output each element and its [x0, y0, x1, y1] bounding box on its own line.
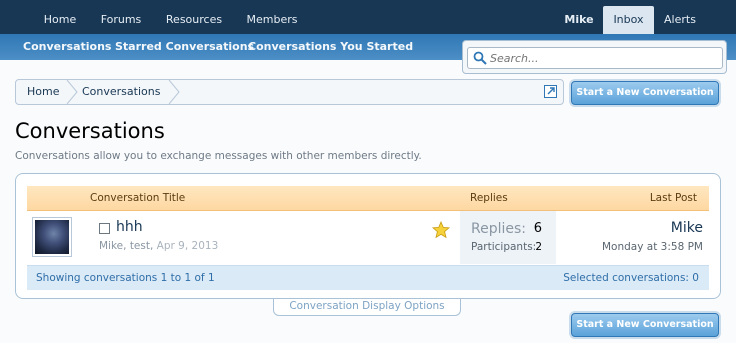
- last-post-time[interactable]: Monday at 3:58 PM: [602, 241, 703, 253]
- table-footer: Showing conversations 1 to 1 of 1 Select…: [27, 265, 709, 290]
- subnav-starred[interactable]: Starred Conversations: [115, 40, 254, 53]
- showing-count: Showing conversations 1 to 1 of 1: [36, 272, 215, 284]
- page-title: Conversations: [15, 119, 165, 143]
- star-icon[interactable]: [432, 221, 450, 239]
- conversation-participants[interactable]: Mike, test,: [99, 240, 153, 252]
- search-input[interactable]: [490, 50, 718, 66]
- start-conversation-button[interactable]: Start a New Conversation: [571, 81, 719, 105]
- alerts-tab[interactable]: Alerts: [660, 6, 700, 34]
- search-box: [467, 47, 723, 69]
- conversation-meta: Mike, test, Apr 9, 2013: [99, 240, 218, 252]
- replies-count: 6: [533, 221, 542, 236]
- top-navigation: Home Forums Resources Members Mike Inbox…: [0, 0, 736, 34]
- inbox-tab[interactable]: Inbox: [603, 6, 654, 34]
- breadcrumb-separator-icon: [66, 80, 78, 104]
- participants-label: Participants:: [471, 241, 537, 253]
- breadcrumb: Home Conversations: [15, 79, 564, 105]
- jump-link-icon[interactable]: [544, 85, 557, 98]
- breadcrumb-conversations[interactable]: Conversations: [82, 80, 160, 104]
- conversation-list: Conversation Title Replies Last Post hhh…: [15, 173, 721, 299]
- last-post-user[interactable]: Mike: [671, 220, 703, 236]
- table-row: hhh Mike, test, Apr 9, 2013 Replies: 6 P…: [27, 211, 709, 264]
- nav-tab-members[interactable]: Members: [246, 6, 298, 34]
- avatar[interactable]: [32, 217, 72, 257]
- display-options-toggle[interactable]: Conversation Display Options: [273, 299, 461, 316]
- selected-count[interactable]: Selected conversations: 0: [563, 272, 699, 284]
- user-menu[interactable]: Mike: [561, 6, 597, 34]
- search-icon: [473, 51, 487, 65]
- breadcrumb-home[interactable]: Home: [27, 80, 59, 104]
- conversation-title[interactable]: hhh: [116, 219, 143, 235]
- table-header: Conversation Title Replies Last Post: [27, 186, 709, 211]
- search-container: [462, 40, 727, 74]
- nav-tab-resources[interactable]: Resources: [164, 6, 224, 34]
- participants-count: 2: [535, 241, 542, 253]
- start-conversation-button-bottom[interactable]: Start a New Conversation: [571, 313, 719, 337]
- select-checkbox[interactable]: [99, 223, 110, 234]
- nav-tab-forums[interactable]: Forums: [100, 6, 142, 34]
- conversation-stats: Replies: 6 Participants: 2: [460, 211, 556, 264]
- nav-tab-home[interactable]: Home: [42, 6, 78, 34]
- header-title[interactable]: Conversation Title: [90, 192, 185, 204]
- conversation-date: Apr 9, 2013: [156, 240, 219, 252]
- subnav-started[interactable]: Conversations You Started: [248, 40, 413, 53]
- main-content: Home Conversations Start a New Conversat…: [0, 60, 736, 343]
- breadcrumb-separator-icon: [168, 80, 180, 104]
- page-description: Conversations allow you to exchange mess…: [15, 150, 422, 162]
- header-replies[interactable]: Replies: [470, 192, 508, 204]
- replies-label: Replies:: [471, 221, 527, 237]
- header-last-post[interactable]: Last Post: [650, 192, 697, 204]
- subnav-conversations[interactable]: Conversations: [23, 40, 111, 53]
